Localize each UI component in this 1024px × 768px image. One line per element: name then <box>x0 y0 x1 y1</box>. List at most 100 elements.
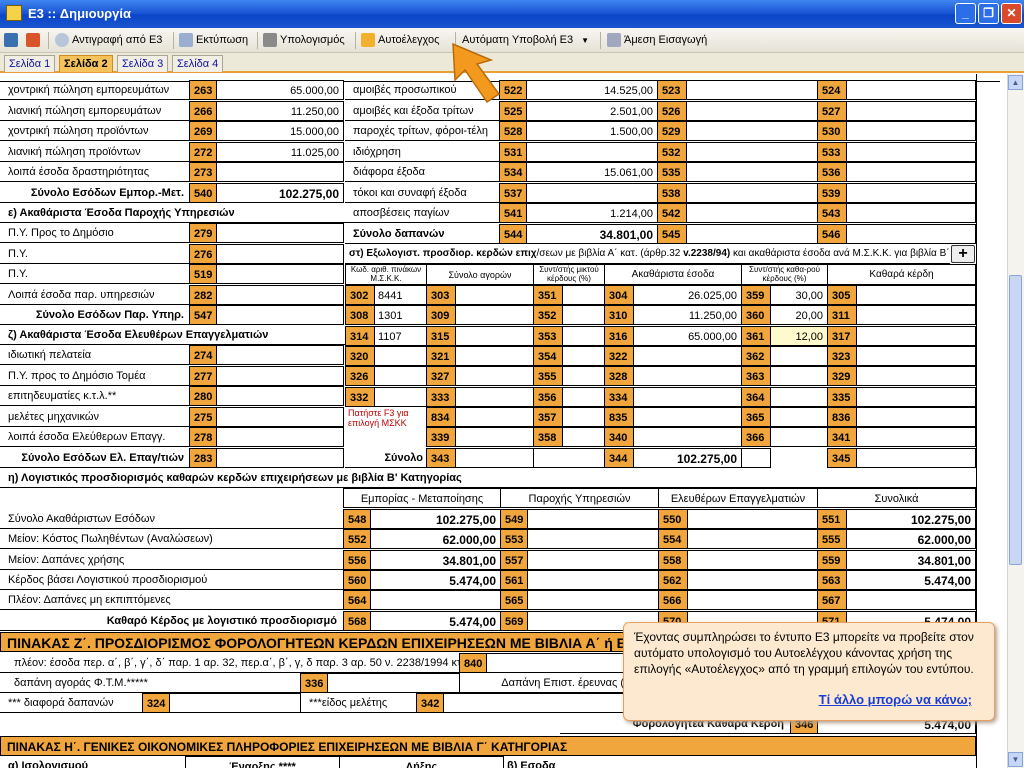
expense-input[interactable]: 2.501,00 <box>526 100 658 121</box>
expense-input3[interactable] <box>846 182 976 203</box>
section-h-input[interactable]: 34.801,00 <box>370 549 501 570</box>
msk-input[interactable]: 1107 <box>374 325 427 346</box>
expense-input3[interactable] <box>846 223 976 244</box>
msk-input[interactable] <box>374 345 427 366</box>
section-h-input[interactable]: 102.275,00 <box>370 509 501 529</box>
msk-net-input[interactable] <box>856 285 976 305</box>
pinakas-z-r1-input[interactable] <box>486 653 626 673</box>
msk-netcoef-input[interactable] <box>770 345 828 366</box>
left-row-input[interactable] <box>216 162 344 182</box>
left-row-input[interactable]: 65.000,00 <box>216 80 344 100</box>
section-h-input[interactable] <box>370 590 501 611</box>
msk-net-input[interactable] <box>856 305 976 326</box>
left-row3-input[interactable] <box>216 365 344 386</box>
left-row-input[interactable]: 11.025,00 <box>216 141 344 162</box>
calculate-button[interactable]: Υπολογισμός <box>263 31 345 50</box>
left-row2-input[interactable] <box>216 305 344 325</box>
msk-net-input[interactable] <box>856 406 976 427</box>
pinakas-z-r2-input[interactable] <box>327 673 460 693</box>
section-h-input[interactable] <box>687 569 818 590</box>
msk-netcoef-input[interactable] <box>770 427 828 448</box>
scroll-thumb[interactable] <box>1009 275 1022 565</box>
left-row-input[interactable]: 15.000,00 <box>216 121 344 141</box>
autocheck-button[interactable]: Αυτοέλεγχος <box>361 31 439 50</box>
expense-input2[interactable] <box>686 203 818 223</box>
left-row2-input[interactable] <box>216 243 344 264</box>
msk-netcoef-input[interactable] <box>770 366 828 387</box>
expense-input[interactable] <box>526 141 658 162</box>
pinakas-z-r3-input[interactable] <box>169 693 301 713</box>
section-h-input[interactable]: 5.474,00 <box>370 610 501 631</box>
print-button[interactable]: Εκτύπωση <box>179 31 248 50</box>
msk-coef-input[interactable] <box>562 366 605 387</box>
section-h-input[interactable] <box>687 529 818 550</box>
msk-gross-input[interactable]: 65.000,00 <box>633 325 742 346</box>
left-row3-input[interactable] <box>216 447 344 468</box>
msk-purchases-input[interactable] <box>455 285 535 305</box>
left-row-input[interactable]: 11.250,00 <box>216 100 344 121</box>
left-row2-input[interactable] <box>216 264 344 284</box>
msk-coef-input[interactable] <box>562 427 605 448</box>
expense-input2[interactable] <box>686 141 818 162</box>
tab-page-2[interactable]: Σελίδα 2 <box>59 55 113 72</box>
pinakas-z-r3-input2[interactable] <box>443 693 626 713</box>
restore-icon[interactable]: ❐ <box>978 3 999 24</box>
section-h-input[interactable] <box>527 590 659 611</box>
save-button[interactable] <box>4 31 21 50</box>
msk-coef-input[interactable] <box>562 325 605 346</box>
copy-from-e3-button[interactable]: Αντιγραφή από Ε3 <box>55 31 162 50</box>
expense-input3[interactable] <box>846 121 976 141</box>
expense-input3[interactable] <box>846 203 976 223</box>
left-row-input[interactable]: 102.275,00 <box>216 182 344 203</box>
expense-input3[interactable] <box>846 100 976 121</box>
msk-gross-input[interactable]: 11.250,00 <box>633 305 742 326</box>
section-h-input[interactable] <box>527 569 659 590</box>
expense-input3[interactable] <box>846 141 976 162</box>
msk-coef-input[interactable] <box>562 386 605 407</box>
msk-purchases-input[interactable] <box>455 386 535 407</box>
msk-input[interactable]: 8441 <box>374 285 427 305</box>
left-row2-input[interactable] <box>216 223 344 243</box>
msk-netcoef-input[interactable]: 20,00 <box>770 305 828 326</box>
left-row2-input[interactable] <box>216 284 344 305</box>
direct-entry-button[interactable]: Άμεση Εισαγωγή <box>607 31 707 50</box>
expense-input[interactable] <box>526 182 658 203</box>
close-icon[interactable]: ✕ <box>1001 3 1022 24</box>
expense-input[interactable]: 34.801,00 <box>526 223 658 244</box>
section-h-input[interactable]: 62.000,00 <box>370 529 501 550</box>
left-row3-input[interactable] <box>216 345 344 365</box>
expense-input[interactable]: 1.500,00 <box>526 121 658 141</box>
msk-netcoef-input[interactable] <box>770 386 828 407</box>
msk-gross-input[interactable] <box>633 386 742 407</box>
minimize-icon[interactable]: _ <box>955 3 976 24</box>
msk-total-net[interactable] <box>856 448 976 468</box>
msk-net-input[interactable] <box>856 366 976 387</box>
section-h-input[interactable] <box>527 509 659 529</box>
msk-net-input[interactable] <box>856 325 976 346</box>
section-h-input[interactable] <box>527 549 659 570</box>
msk-coef-input[interactable] <box>562 305 605 326</box>
section-h-input[interactable]: 5.474,00 <box>846 569 976 590</box>
section-h-input[interactable]: 34.801,00 <box>846 549 976 570</box>
msk-coef-input[interactable] <box>562 285 605 305</box>
left-row3-input[interactable] <box>216 386 344 406</box>
expense-input2[interactable] <box>686 223 818 244</box>
msk-input[interactable]: 1301 <box>374 305 427 326</box>
add-row-button[interactable]: + <box>951 245 975 263</box>
msk-coef-input[interactable] <box>562 406 605 427</box>
msk-gross-input[interactable] <box>633 366 742 387</box>
section-h-input[interactable]: 62.000,00 <box>846 529 976 550</box>
msk-gross-input[interactable]: 26.025,00 <box>633 285 742 305</box>
section-h-input[interactable] <box>687 549 818 570</box>
left-row3-input[interactable] <box>216 427 344 447</box>
tab-page-3[interactable]: Σελίδα 3 <box>117 55 169 72</box>
section-h-input[interactable] <box>687 509 818 529</box>
tab-page-1[interactable]: Σελίδα 1 <box>4 55 56 72</box>
msk-total-purchases[interactable] <box>455 448 535 468</box>
tab-page-4[interactable]: Σελίδα 4 <box>172 55 224 72</box>
msk-input[interactable] <box>374 386 427 407</box>
msk-total-gross[interactable]: 102.275,00 <box>633 448 742 468</box>
expense-input[interactable]: 1.214,00 <box>526 203 658 223</box>
msk-purchases-input[interactable] <box>455 406 535 427</box>
expense-input[interactable]: 15.061,00 <box>526 162 658 182</box>
